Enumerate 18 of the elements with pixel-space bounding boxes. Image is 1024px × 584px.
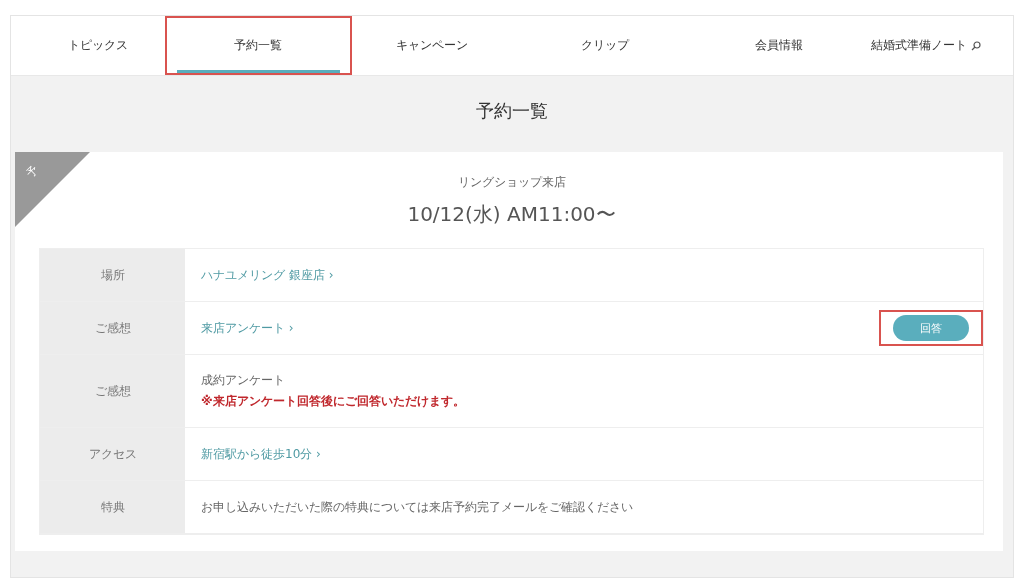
notice-text: ※来店アンケート回答後にご回答いただけます。 [201,393,465,410]
nav-tab[interactable]: 会員情報 [698,16,859,75]
nav-tab[interactable]: 予約一覧 [165,16,352,75]
info-text: お申し込みいただいた際の特典については来店予約完了メールをご確認ください [201,498,633,516]
row-label: アクセス [40,428,185,480]
nav-tab[interactable]: クリップ [512,16,699,75]
corner-badge: 予 [15,152,90,227]
page-title: 予約一覧 [475,99,549,123]
nav-tab[interactable]: トピックス [31,16,166,75]
row-label: ご感想 [40,355,185,427]
row-label: 特典 [40,481,185,533]
nav-tab[interactable]: 結婚式準備ノート [858,16,993,75]
row-label: 場所 [40,249,185,301]
nav-tab[interactable]: キャンペーン [351,16,512,75]
row-label: ご感想 [40,302,185,354]
reservation-datetime: 10/12(水) AM11:00〜 [407,201,616,228]
reservation-type: リングショップ来店 [457,174,566,191]
info-text: 成約アンケート [201,372,286,389]
